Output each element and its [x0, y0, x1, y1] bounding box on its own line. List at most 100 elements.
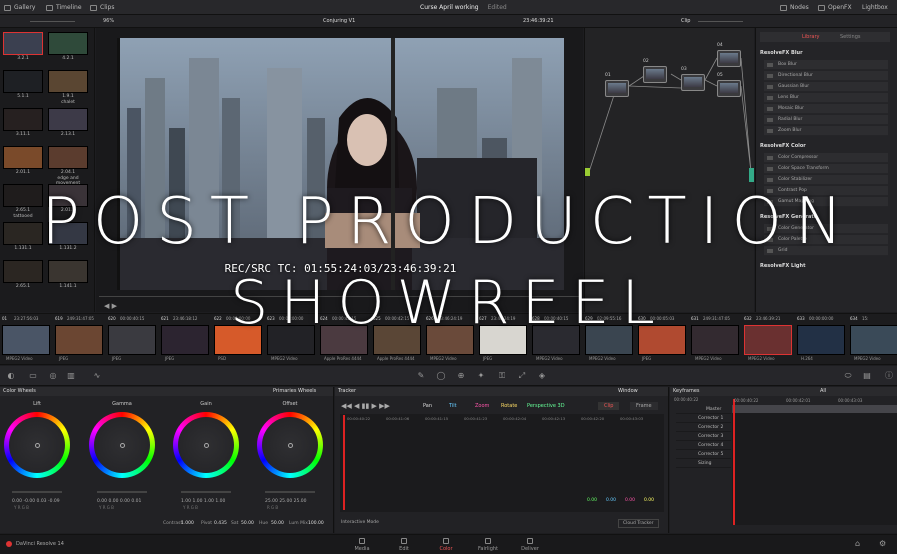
wheels-mode-select[interactable]: Primaries Wheels [273, 387, 316, 396]
tracker-clip-button[interactable]: Clip [598, 402, 620, 410]
gallery-still[interactable] [3, 108, 43, 131]
gallery-still[interactable] [48, 70, 88, 93]
viewer-clip-name[interactable]: Conjuring V1 [323, 18, 355, 24]
gallery-zoom-slider[interactable] [30, 21, 75, 22]
keyframe-row[interactable]: Sizing [676, 459, 731, 468]
tab-settings[interactable]: Settings [840, 34, 861, 40]
cloud-tracker-select[interactable]: Cloud Tracker [618, 519, 659, 528]
page-tab-media[interactable]: Media [342, 538, 382, 552]
wheel-center-handle[interactable] [204, 443, 209, 448]
keyframe-row[interactable]: Corrector 1 [676, 414, 731, 423]
track-transport-icon[interactable]: ◀◀ ◀ ▮▮ ▶ ▶▶ [341, 402, 390, 410]
color-node[interactable] [717, 80, 741, 97]
wheel-values[interactable]: 1.00 1.00 1.00 1.00 [181, 499, 225, 504]
lummix-value[interactable]: 100.00 [308, 521, 324, 526]
tracker-toggle[interactable]: Pan [423, 403, 432, 409]
tracker-icon[interactable]: ⊕ [456, 371, 466, 381]
pivot-value[interactable]: 0.435 [214, 521, 227, 526]
library-effect-item[interactable]: Zoom Blur [764, 126, 888, 136]
contrast-value[interactable]: 1.000 [181, 521, 194, 526]
tracker-frame-button[interactable]: Frame [630, 402, 658, 410]
zoom-level[interactable]: 96% [103, 18, 114, 24]
library-effect-item[interactable]: Radial Blur [764, 115, 888, 125]
tracker-toggle[interactable]: Rotate [501, 403, 517, 409]
gallery-button[interactable]: Gallery [4, 3, 35, 12]
page-tab-deliver[interactable]: Deliver [510, 538, 550, 552]
3d-icon[interactable]: ◈ [537, 371, 547, 381]
keyframe-master-track[interactable] [732, 405, 897, 413]
key-icon[interactable]: ⚿ [497, 371, 507, 381]
keyframe-track-area[interactable] [732, 405, 897, 525]
library-effect-item[interactable]: Directional Blur [764, 71, 888, 81]
page-tab-color[interactable]: Color [426, 538, 466, 552]
hue-value[interactable]: 50.00 [271, 521, 284, 526]
tracker-toggle[interactable]: Tilt [449, 403, 457, 409]
clips-button[interactable]: Clips [90, 3, 114, 12]
library-effect-item[interactable]: Color Stabilizer [764, 175, 888, 185]
gallery-still[interactable] [48, 32, 88, 55]
nodes-button[interactable]: Nodes [780, 3, 809, 12]
gallery-still[interactable] [48, 146, 88, 169]
wheel-master-slider[interactable] [12, 491, 62, 493]
keyframe-row[interactable]: Corrector 2 [676, 423, 731, 432]
keyframes-filter-select[interactable]: All [820, 387, 826, 396]
keyframe-row[interactable]: Master [676, 405, 731, 414]
tracker-toggle[interactable]: Perspective 3D [527, 403, 565, 409]
wheel-master-slider[interactable] [265, 491, 315, 493]
histogram-icon[interactable]: ▤ [862, 371, 872, 381]
tab-library[interactable]: Library [802, 34, 819, 40]
gallery-still[interactable] [3, 70, 43, 93]
openfx-button[interactable]: OpenFX [818, 3, 852, 12]
bars-icon[interactable]: ▥ [66, 371, 76, 381]
library-effect-item[interactable]: Color Compressor [764, 153, 888, 163]
wheel-center-handle[interactable] [288, 443, 293, 448]
color-node[interactable] [605, 80, 629, 97]
camera-icon[interactable]: ▭ [28, 371, 38, 381]
home-icon[interactable]: ⌂ [855, 539, 860, 548]
library-effect-item[interactable]: Lens Blur [764, 93, 888, 103]
settings-gear-icon[interactable]: ⚙ [879, 539, 886, 548]
blur-icon[interactable]: ✦ [476, 371, 486, 381]
tracker-playhead[interactable] [343, 415, 345, 510]
color-node[interactable] [717, 50, 741, 67]
wheel-center-handle[interactable] [120, 443, 125, 448]
window-icon[interactable]: ◯ [436, 371, 446, 381]
window-select[interactable]: Window [618, 387, 638, 396]
wheel-master-slider[interactable] [97, 491, 147, 493]
keyframe-row[interactable]: Corrector 4 [676, 441, 731, 450]
info-icon[interactable]: ⓘ [884, 371, 894, 381]
library-effect-item[interactable]: Color Space Transform [764, 164, 888, 174]
interactive-mode-toggle[interactable]: Interactive Mode [341, 520, 379, 525]
wheel-values[interactable]: 0.00 0.00 0.00 0.01 [97, 499, 141, 504]
page-tab-fairlight[interactable]: Fairlight [468, 538, 508, 552]
toggle-icon[interactable]: ⬭ [843, 371, 853, 381]
timeline-button[interactable]: Timeline [46, 3, 82, 12]
wheel-center-handle[interactable] [35, 443, 40, 448]
library-effect-item[interactable]: Gaussian Blur [764, 82, 888, 92]
library-effect-item[interactable]: Mosaic Blur [764, 104, 888, 114]
gallery-still[interactable] [3, 146, 43, 169]
page-tab-edit[interactable]: Edit [384, 538, 424, 552]
node-mode-select[interactable]: Clip [681, 18, 690, 24]
curves-icon[interactable]: ∿ [92, 371, 102, 381]
keyframe-playhead[interactable] [733, 399, 735, 525]
gallery-still[interactable] [48, 108, 88, 131]
tracker-toggle[interactable]: Zoom [475, 403, 489, 409]
wheel-values[interactable]: 0.00 -0.00 0.03 -0.09 [12, 499, 60, 504]
color-node[interactable] [643, 66, 667, 83]
gallery-still[interactable] [3, 32, 43, 55]
page-label: Fairlight [477, 546, 498, 552]
lightbox-button[interactable]: Lightbox [862, 3, 888, 12]
sat-value[interactable]: 50.00 [241, 521, 254, 526]
scope-icon[interactable]: ◐ [6, 371, 16, 381]
library-effect-item[interactable]: Box Blur [764, 60, 888, 70]
wheel-values[interactable]: 25.00 25.00 25.00 [265, 499, 307, 504]
keyframe-row[interactable]: Corrector 3 [676, 432, 731, 441]
color-node[interactable] [681, 74, 705, 91]
node-zoom-slider[interactable] [698, 21, 743, 22]
wheel-master-slider[interactable] [181, 491, 231, 493]
wheels-icon[interactable]: ◎ [48, 371, 58, 381]
qualifier-icon[interactable]: ✎ [416, 371, 426, 381]
sizing-icon[interactable]: ⤢ [517, 371, 527, 381]
keyframe-row[interactable]: Corrector 5 [676, 450, 731, 459]
